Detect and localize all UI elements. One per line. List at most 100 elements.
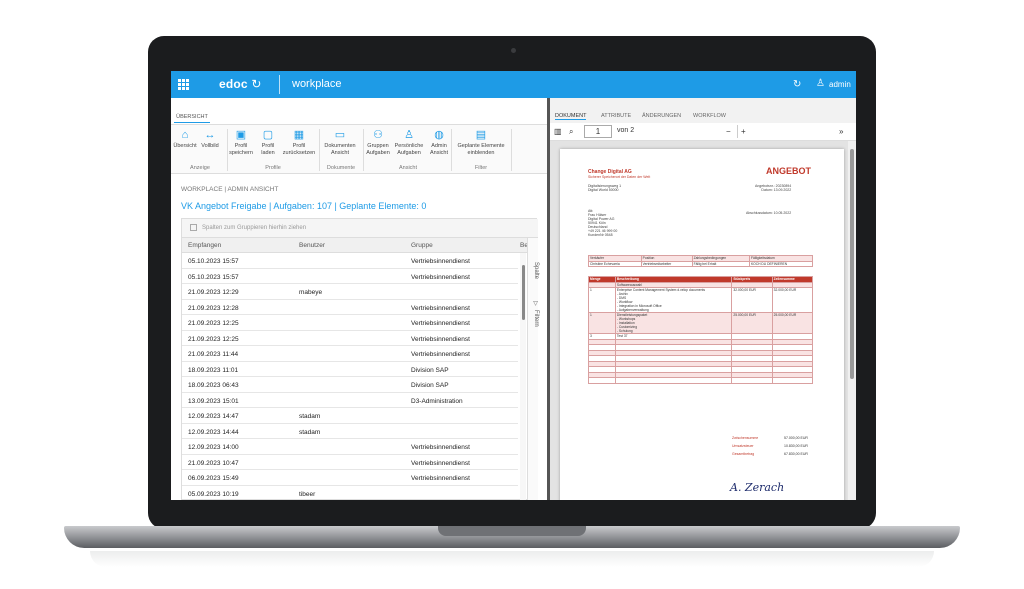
table-row[interactable]: 18.09.2023 06:43 Division SAP — [182, 377, 518, 393]
columns-panel-toggle[interactable]: Spalte — [528, 262, 539, 279]
ribbon-group-label: Filter — [474, 165, 488, 171]
user-name[interactable]: admin — [829, 80, 851, 89]
app-title: workplace — [292, 78, 342, 90]
doc-info-table: Verkäufer Position Zahlungsbedingungen Fäll… — [588, 255, 814, 267]
grid-header: Empfangen Benutzer Gruppe Be — [182, 238, 528, 253]
table-row[interactable]: 13.09.2023 15:01 D3-Administration — [182, 393, 518, 408]
ribbon-toolbar: ⌂ Übersicht ↔ Vollbild ▣ Profil speichern ▢ Pro… — [171, 124, 547, 174]
doc-table-row — [588, 377, 814, 384]
column-header-received[interactable]: Empfangen — [188, 242, 221, 249]
ribbon-button-file[interactable]: ▢ Profil laden — [257, 129, 279, 156]
file-icon: ▢ — [262, 129, 274, 141]
group-tasks-icon: ⚇ — [373, 129, 383, 141]
ribbon-button-grid-reset[interactable]: ▦ Profil zurücksetzen — [281, 129, 317, 156]
table-row[interactable]: 21.09.2023 12:29 mabeye — [182, 284, 518, 300]
zoom-out-button[interactable]: − — [726, 127, 731, 136]
grid-scroll-thumb[interactable] — [522, 265, 525, 320]
filter-icon[interactable]: ▽ — [528, 300, 539, 307]
doc-heading: ANGEBOT — [766, 166, 811, 176]
tab-overview[interactable]: ÜBERSICHT — [174, 112, 210, 123]
group-drop-zone[interactable]: Spalten zum Gruppieren hierhin ziehen — [182, 219, 538, 238]
ribbon-button-home[interactable]: ⌂ Übersicht — [173, 129, 197, 150]
tab-attributes[interactable]: ATTRIBUTE — [601, 113, 631, 119]
more-tools-icon[interactable]: » — [839, 127, 843, 136]
table-row[interactable]: 21.09.2023 12:25 Vertriebsinnendienst — [182, 331, 518, 346]
doc-table-cell: 32.000,00 EUR — [731, 287, 773, 313]
tab-changes[interactable]: ÄNDERUNGEN — [642, 113, 681, 119]
cell-received: 05.10.2023 15:57 — [188, 258, 239, 265]
surface-reflection — [90, 551, 934, 567]
ribbon-button-globe[interactable]: ◍ Admin Ansicht — [427, 129, 451, 156]
side-tool-panel: Spalte ▽ Filtern — [527, 238, 539, 500]
table-row[interactable]: 05.10.2023 15:57 Vertriebsinnendienst — [182, 253, 518, 269]
document-viewer-panel: DOKUMENT ATTRIBUTE ÄNDERUNGEN WORKFLOW ▥… — [550, 98, 856, 500]
table-row[interactable]: 05.10.2023 15:57 Vertriebsinnendienst — [182, 269, 518, 284]
camera-dot — [511, 48, 516, 53]
column-header-user[interactable]: Benutzer — [299, 242, 325, 249]
document-view-icon: ▭ — [334, 129, 346, 141]
doc-meta: Angebotsnr.: 20230894 Datum: 13.09.2022 — [755, 184, 792, 192]
search-icon[interactable]: ⌕ — [569, 127, 573, 137]
table-row[interactable]: 21.09.2023 12:28 Vertriebsinnendienst — [182, 300, 518, 315]
ribbon-button-label: Vollbild — [201, 143, 219, 149]
table-row[interactable]: 12.09.2023 14:00 Vertriebsinnendienst — [182, 439, 518, 455]
table-row[interactable]: 21.09.2023 11:44 Vertriebsinnendienst — [182, 346, 518, 362]
sidebar-toggle-icon[interactable]: ▥ — [554, 127, 562, 136]
cell-user: mabeye — [299, 289, 323, 296]
tab-document[interactable]: DOKUMENT — [555, 113, 587, 120]
table-row[interactable]: 21.09.2023 10:47 Vertriebsinnendienst — [182, 455, 518, 470]
tab-workflow[interactable]: WORKFLOW — [693, 113, 726, 119]
cell-received: 06.09.2023 15:49 — [188, 475, 239, 482]
laptop-notch — [438, 526, 586, 536]
ribbon-button-label: Dokumenten Ansicht — [324, 143, 356, 156]
table-row[interactable]: 18.09.2023 11:01 Division SAP — [182, 362, 518, 377]
table-row[interactable]: 12.09.2023 14:44 stadam — [182, 424, 518, 439]
viewer-scroll-thumb[interactable] — [850, 149, 854, 379]
ribbon-group-label: Dokumente — [326, 165, 356, 171]
ribbon-button-save[interactable]: ▣ Profil speichern — [229, 129, 253, 156]
viewer-toolbar: ▥ ⌕ 1 von 2 − + » — [550, 123, 856, 141]
doc-signature: A. Zerach — [730, 481, 785, 494]
cell-received: 21.09.2023 12:29 — [188, 289, 239, 296]
ribbon-divider — [363, 129, 364, 171]
cell-received: 18.09.2023 06:43 — [188, 382, 239, 389]
doc-tagline: Sicherer Speicherort der Daten der Welt — [588, 175, 651, 179]
doc-table-cell: Enterprise Content Management System d.v… — [614, 287, 733, 313]
grid-reset-icon: ▦ — [293, 129, 305, 141]
column-header-group[interactable]: Gruppe — [411, 242, 433, 249]
table-row[interactable]: 21.09.2023 12:25 Vertriebsinnendienst — [182, 315, 518, 331]
doc-total-value: 10.830,00 EUR — [784, 444, 808, 448]
doc-total-value: 67.830,00 EUR — [784, 452, 808, 456]
app-launcher-icon[interactable] — [178, 79, 189, 90]
zoom-in-button[interactable]: + — [741, 127, 746, 136]
ribbon-button-fullscreen[interactable]: ↔ Vollbild — [199, 129, 221, 150]
doc-totals-labels: Zwischensumme Umsatzsteuer Gesamtbetrag — [732, 434, 758, 458]
ribbon-button-scheduled-items[interactable]: ▤ Geplante Elemente einblenden — [453, 129, 509, 156]
ribbon-button-label: Profil speichern — [229, 143, 253, 156]
doc-table-cell: 25.000,00 EUR — [771, 312, 814, 334]
ribbon-button-document-view[interactable]: ▭ Dokumenten Ansicht — [321, 129, 359, 156]
ribbon-button-label: Profil laden — [261, 143, 275, 156]
doc-recipient: Att: Frau Hülser Digital Power AG 50941 … — [588, 209, 618, 237]
cell-received: 21.09.2023 11:44 — [188, 351, 239, 358]
group-icon — [190, 224, 197, 231]
cell-group: Vertriebsinnendienst — [411, 335, 470, 343]
refresh-icon[interactable]: ↻ — [793, 79, 801, 90]
doc-table-cell — [771, 377, 814, 384]
ribbon-button-personal-tasks[interactable]: ♙ Persönliche Aufgaben — [393, 129, 425, 156]
user-icon[interactable]: ♙ — [816, 78, 825, 89]
breadcrumb: WORKPLACE | ADMIN ANSICHT — [181, 186, 279, 193]
cell-group: Vertriebsinnendienst — [411, 258, 470, 265]
table-row[interactable]: 12.09.2023 14:47 stadam — [182, 408, 518, 424]
ribbon-group-label: Ansicht — [398, 165, 418, 171]
ribbon-divider — [319, 129, 320, 171]
filter-panel-toggle[interactable]: Filtern — [528, 310, 539, 327]
ribbon-group-label: Profile — [265, 165, 281, 171]
edoc-logo[interactable]: edoc ↻ — [219, 77, 262, 91]
doc-table-cell: 1 — [588, 287, 616, 313]
doc-table-cell: 25.000,00 EUR — [731, 312, 773, 334]
page-number-input[interactable]: 1 — [584, 125, 612, 138]
ribbon-button-group-tasks[interactable]: ⚇ Gruppen Aufgaben — [365, 129, 391, 156]
table-row[interactable]: 05.09.2023 10:19 tibeer — [182, 486, 518, 501]
table-row[interactable]: 06.09.2023 15:49 Vertriebsinnendienst — [182, 470, 518, 486]
